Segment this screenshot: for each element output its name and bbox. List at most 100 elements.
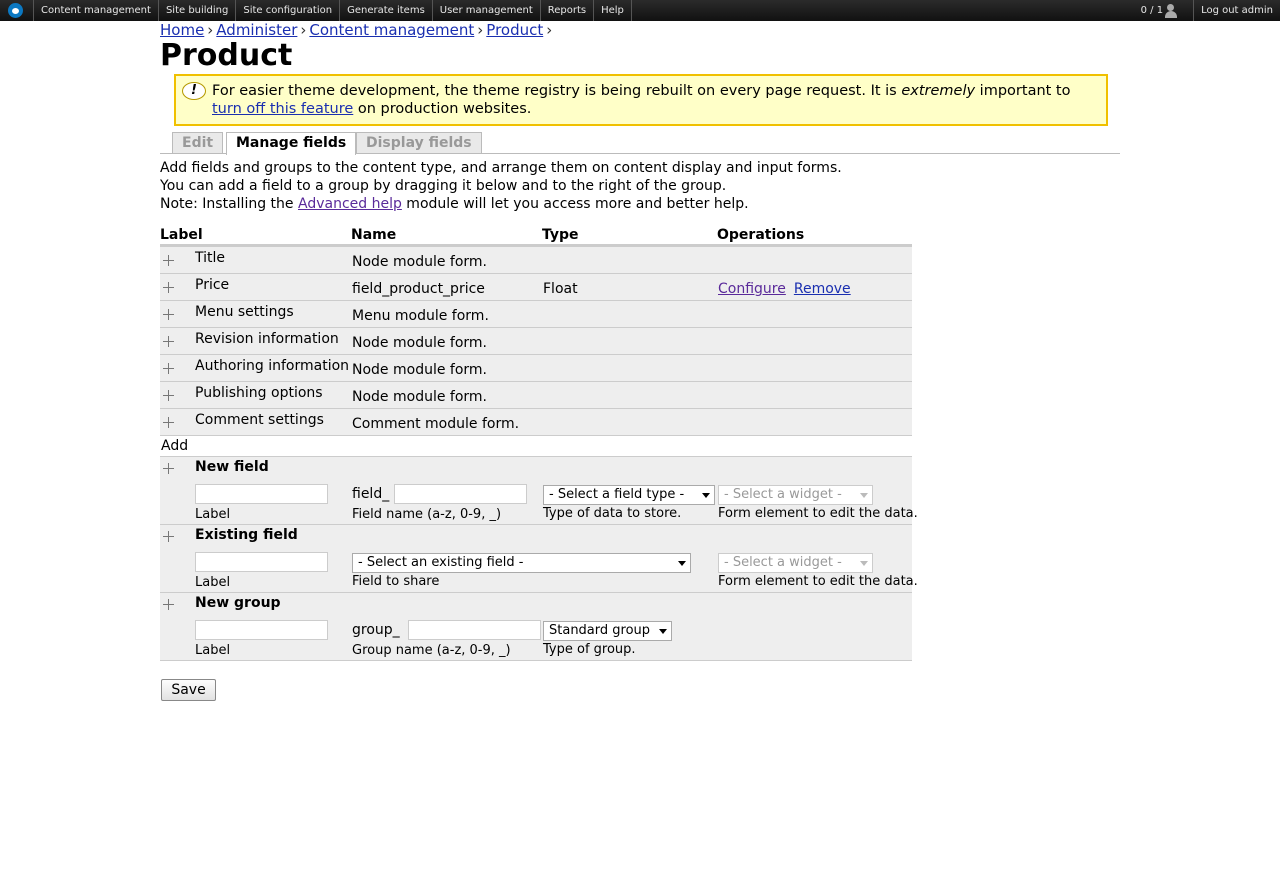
dropdown-arrow-icon bbox=[702, 493, 710, 498]
save-button[interactable]: Save bbox=[161, 679, 216, 701]
table-row: Comment settings Comment module form. bbox=[160, 409, 912, 436]
new-group-label-desc: Label bbox=[195, 643, 231, 658]
new-group-name-input[interactable] bbox=[408, 620, 541, 640]
drag-handle-icon[interactable] bbox=[163, 463, 174, 474]
turn-off-feature-link[interactable]: turn off this feature bbox=[212, 101, 353, 117]
breadcrumb-home[interactable]: Home bbox=[160, 21, 204, 39]
tab-display-fields[interactable]: Display fields bbox=[356, 132, 482, 153]
menu-site-building[interactable]: Site building bbox=[157, 0, 235, 21]
help-line: You can add a field to a group by draggi… bbox=[160, 178, 727, 194]
existing-field-widget-select[interactable]: - Select a widget - bbox=[718, 553, 873, 573]
warning-message: ! For easier theme development, the them… bbox=[174, 74, 1108, 126]
drupal-logo-icon[interactable] bbox=[8, 3, 23, 18]
add-label: Add bbox=[161, 438, 189, 454]
field-label: Comment settings bbox=[195, 412, 324, 428]
users-icon bbox=[1165, 3, 1179, 18]
existing-field-label-input[interactable] bbox=[195, 552, 328, 572]
table-row: Title Node module form. bbox=[160, 247, 912, 274]
new-field-name-input[interactable] bbox=[394, 484, 527, 504]
new-field-title: New field bbox=[195, 459, 269, 475]
toolbar-right: 0 / 1 Log out admin bbox=[1141, 0, 1280, 21]
logout-link[interactable]: Log out admin bbox=[1193, 0, 1280, 21]
field-type-select[interactable]: - Select a field type - bbox=[543, 485, 715, 505]
dropdown-arrow-icon bbox=[659, 629, 667, 634]
new-field-row: New field Label field_ Field name (a-z, … bbox=[160, 457, 918, 525]
dropdown-arrow-icon bbox=[678, 561, 686, 566]
drag-handle-icon[interactable] bbox=[163, 282, 174, 293]
field-name: Comment module form. bbox=[352, 416, 520, 432]
menu-generate-items[interactable]: Generate items bbox=[339, 0, 432, 21]
header-type: Type bbox=[542, 227, 579, 243]
new-group-label-input[interactable] bbox=[195, 620, 328, 640]
field-label: Price bbox=[195, 277, 230, 293]
breadcrumb-separator: › bbox=[546, 21, 553, 39]
tabs: Edit Manage fields Display fields bbox=[160, 131, 1120, 155]
help-line: Add fields and groups to the content typ… bbox=[160, 160, 842, 176]
existing-field-select[interactable]: - Select an existing field - bbox=[352, 553, 691, 573]
field-operations: Configure Remove bbox=[718, 281, 859, 297]
drag-handle-icon[interactable] bbox=[163, 390, 174, 401]
field-label: Authoring information bbox=[195, 358, 350, 374]
table-row: Price field_product_price Float Configur… bbox=[160, 274, 912, 301]
field-prefix: field_ bbox=[352, 486, 390, 502]
existing-field-row: Existing field Label - Select an existin… bbox=[160, 525, 918, 593]
field-type: Float bbox=[543, 281, 578, 297]
menu-user-management[interactable]: User management bbox=[431, 0, 540, 21]
tab-edit[interactable]: Edit bbox=[172, 132, 224, 153]
breadcrumb-administer[interactable]: Administer bbox=[216, 21, 297, 39]
warning-icon: ! bbox=[182, 82, 206, 100]
new-field-widget-desc: Form element to edit the data. bbox=[718, 506, 918, 521]
menu-content-management[interactable]: Content management bbox=[33, 0, 158, 21]
new-field-label-input[interactable] bbox=[195, 484, 328, 504]
breadcrumb-content-management[interactable]: Content management bbox=[309, 21, 474, 39]
menu-help[interactable]: Help bbox=[593, 0, 632, 21]
field-name: field_product_price bbox=[352, 281, 485, 297]
existing-field-label-desc: Label bbox=[195, 575, 231, 590]
drag-handle-icon[interactable] bbox=[163, 417, 174, 428]
new-field-widget-select[interactable]: - Select a widget - bbox=[718, 485, 873, 505]
tab-manage-fields[interactable]: Manage fields bbox=[226, 132, 357, 155]
new-field-name-desc: Field name (a-z, 0-9, _) bbox=[352, 507, 502, 522]
field-label: Title bbox=[195, 250, 226, 266]
drag-handle-icon[interactable] bbox=[163, 336, 174, 347]
help-line: Note: Installing the Advanced help modul… bbox=[160, 195, 842, 213]
help-text-part: Note: Installing the bbox=[160, 196, 298, 212]
drag-handle-icon[interactable] bbox=[163, 309, 174, 320]
table-row: Menu settings Menu module form. bbox=[160, 301, 912, 328]
help-text-part: module will let you access more and bett… bbox=[401, 196, 749, 212]
dropdown-arrow-icon bbox=[860, 561, 868, 566]
warning-text-part: on production websites. bbox=[353, 101, 532, 117]
header-label: Label bbox=[160, 227, 203, 243]
new-group-name-desc: Group name (a-z, 0-9, _) bbox=[352, 643, 511, 658]
table-header: Label Name Type Operations bbox=[160, 227, 912, 247]
table-row: Authoring information Node module form. bbox=[160, 355, 912, 382]
menu-reports[interactable]: Reports bbox=[539, 0, 593, 21]
fields-table: Label Name Type Operations Title Node mo… bbox=[160, 227, 918, 661]
new-field-label-desc: Label bbox=[195, 507, 231, 522]
group-prefix: group_ bbox=[352, 622, 400, 638]
page-title: Product bbox=[160, 38, 293, 73]
existing-field-widget-desc: Form element to edit the data. bbox=[718, 574, 918, 589]
breadcrumb: Home › Administer › Content management › Produ… bbox=[160, 21, 555, 39]
group-type-select[interactable]: Standard group bbox=[543, 621, 672, 641]
remove-link[interactable]: Remove bbox=[794, 281, 851, 297]
field-label: Publishing options bbox=[195, 385, 323, 401]
warning-text-part: important to bbox=[975, 83, 1071, 99]
admin-toolbar: Content management Site building Site co… bbox=[0, 0, 1280, 21]
advanced-help-link[interactable]: Advanced help bbox=[298, 196, 402, 212]
field-name: Menu module form. bbox=[352, 308, 489, 324]
group-type-desc: Type of group. bbox=[543, 642, 636, 657]
drag-handle-icon[interactable] bbox=[163, 363, 174, 374]
widget-select-value: - Select a widget - bbox=[724, 555, 842, 570]
breadcrumb-product[interactable]: Product bbox=[486, 21, 543, 39]
drag-handle-icon[interactable] bbox=[163, 255, 174, 266]
field-name: Node module form. bbox=[352, 389, 487, 405]
breadcrumb-separator: › bbox=[300, 21, 307, 39]
drag-handle-icon[interactable] bbox=[163, 599, 174, 610]
drag-handle-icon[interactable] bbox=[163, 531, 174, 542]
header-operations: Operations bbox=[717, 227, 805, 243]
configure-link[interactable]: Configure bbox=[718, 281, 786, 297]
group-type-select-value: Standard group bbox=[549, 623, 651, 638]
menu-site-configuration[interactable]: Site configuration bbox=[235, 0, 339, 21]
header-name: Name bbox=[351, 227, 397, 243]
